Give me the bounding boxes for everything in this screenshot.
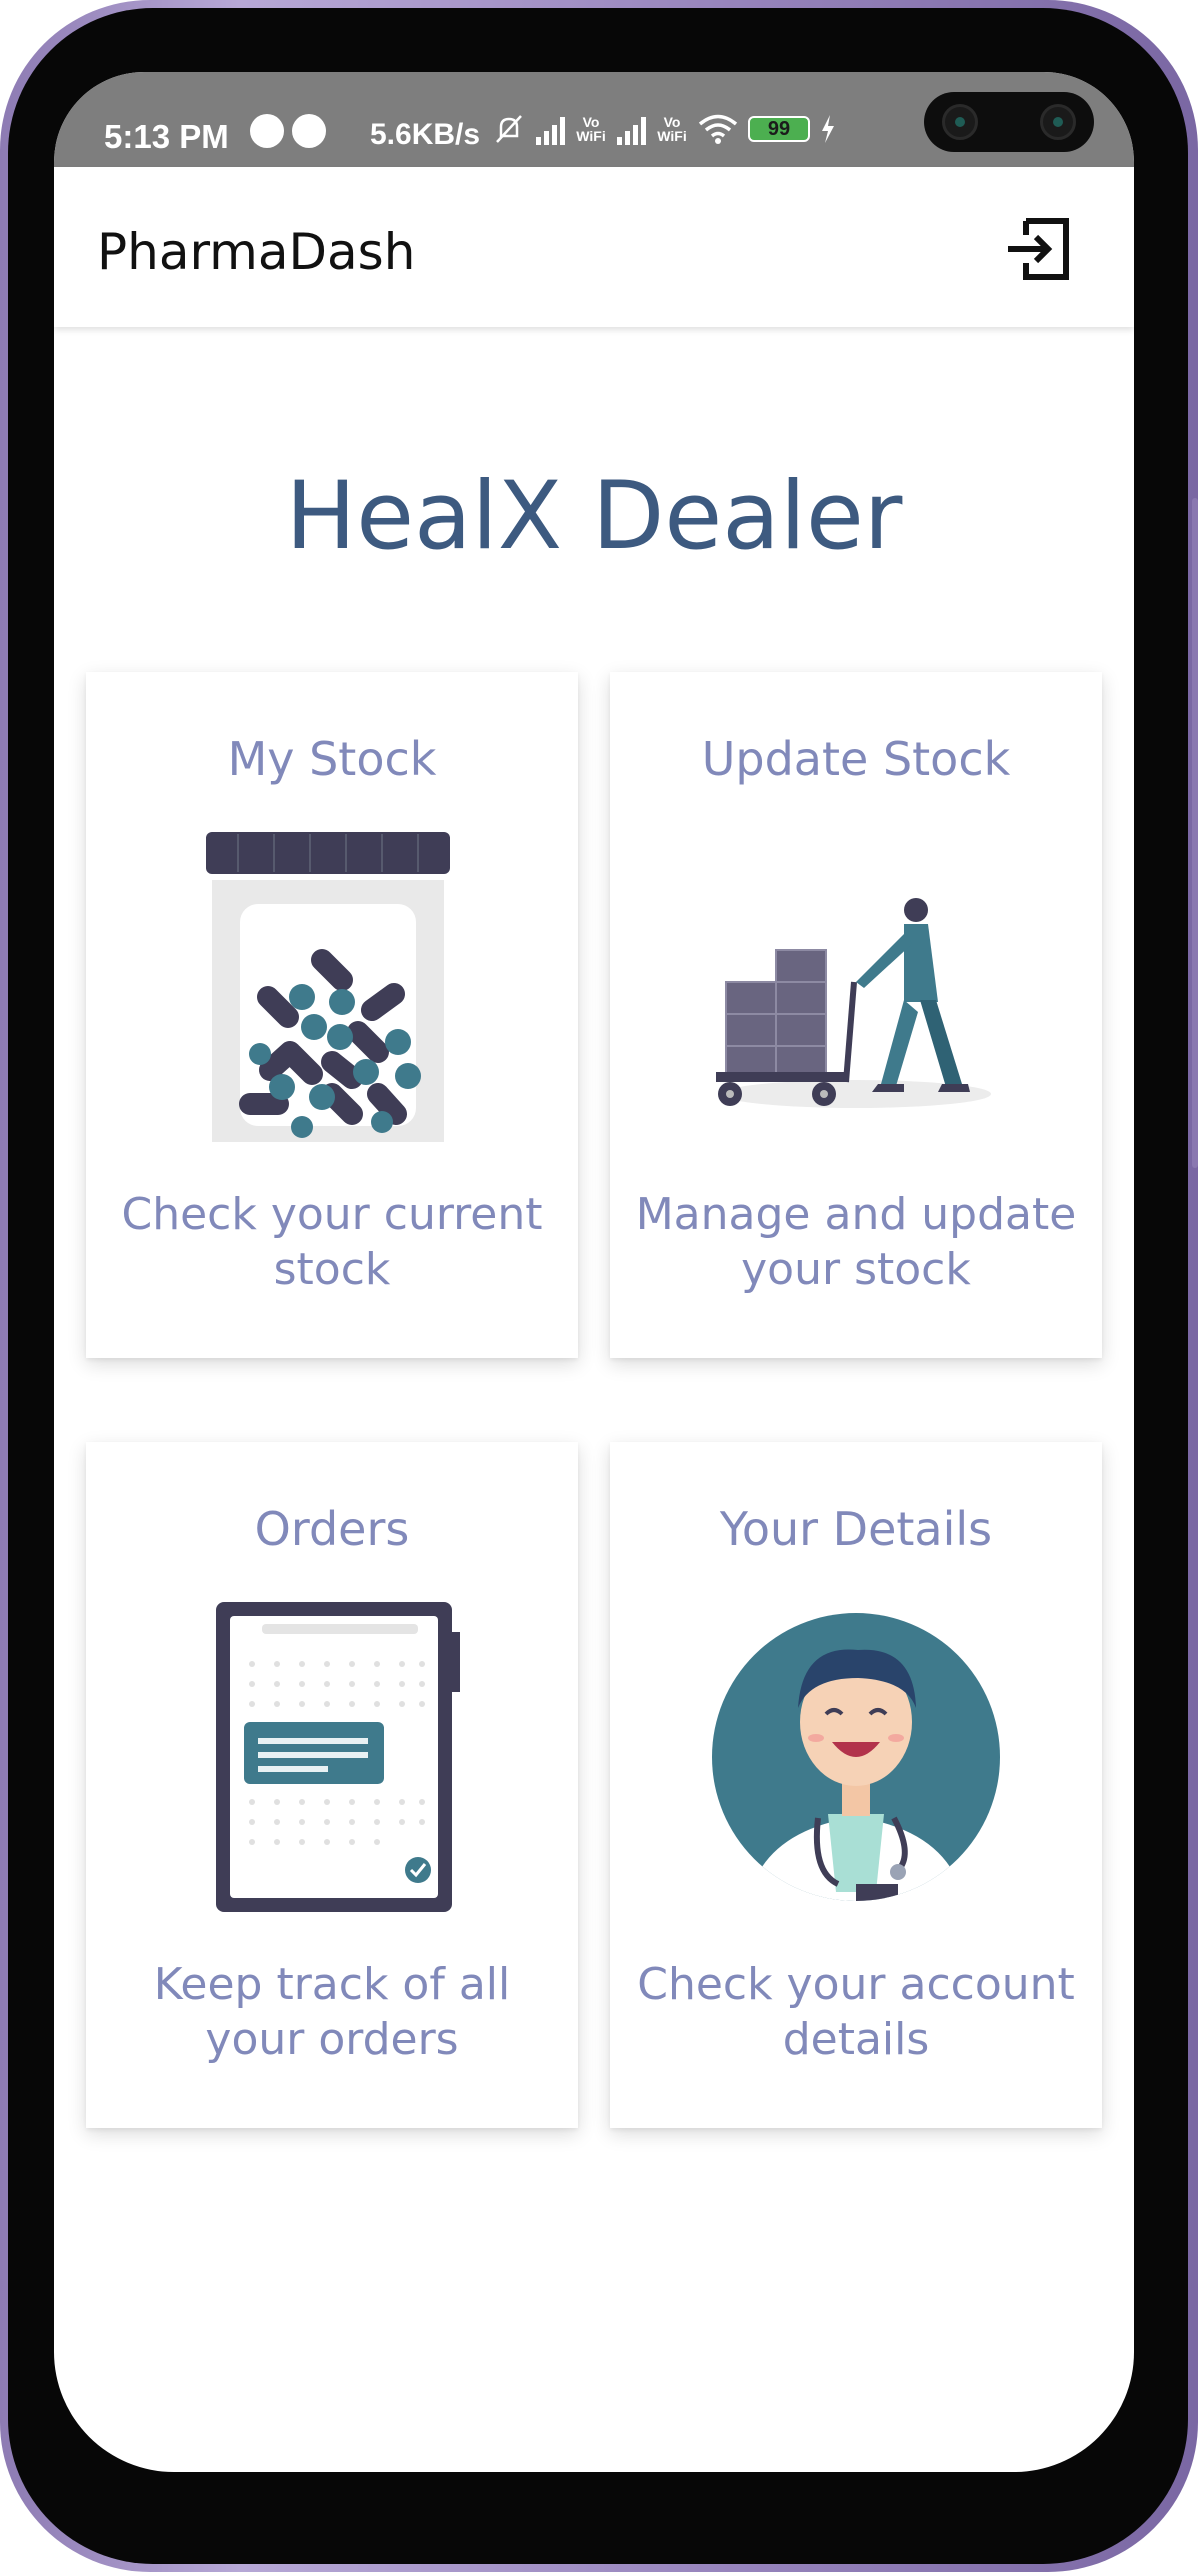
doctor-avatar-icon	[712, 1613, 1000, 1901]
card-update-stock[interactable]: Update Stock Manage and update your stoc…	[610, 672, 1102, 1358]
delivery-cart-icon	[716, 898, 991, 1108]
pill-jar-icon	[206, 832, 450, 1142]
app-bar: PharmaDash	[54, 167, 1134, 327]
card-title: My Stock	[227, 732, 437, 786]
card-your-details[interactable]: Your Details Check your account details	[610, 1442, 1102, 2128]
network-speed: 5.6KB/s	[370, 118, 481, 151]
status-notification-icons	[250, 114, 326, 148]
card-orders[interactable]: Orders Keep track of all your orders	[86, 1442, 578, 2128]
phone-side-button	[1192, 498, 1198, 1168]
camera-lens-icon	[942, 104, 978, 140]
logout-icon[interactable]	[1004, 215, 1072, 283]
battery-indicator: 99	[748, 116, 810, 142]
front-camera	[924, 92, 1094, 152]
app-title: PharmaDash	[97, 223, 416, 281]
card-title: Update Stock	[701, 732, 1011, 786]
vowifi-label-1: Vo WiFi	[576, 114, 606, 144]
notification-icon	[250, 114, 284, 148]
signal-icon-2	[617, 113, 646, 145]
cloud-icon	[292, 114, 326, 148]
status-time: 5:13 PM	[104, 118, 229, 155]
card-description: Manage and update your stock	[635, 1189, 1077, 1295]
charging-icon	[822, 115, 834, 143]
card-description: Check your account details	[637, 1959, 1075, 2065]
card-description: Check your current stock	[121, 1189, 543, 1295]
card-title: Orders	[254, 1502, 410, 1556]
status-system-icons: Vo WiFi Vo WiFi 99	[492, 112, 836, 146]
card-title: Your Details	[719, 1502, 993, 1556]
vowifi-label-2: Vo WiFi	[657, 114, 687, 144]
card-description: Keep track of all your orders	[153, 1959, 511, 2065]
signal-icon	[536, 113, 565, 145]
camera-lens-icon-2	[1040, 104, 1076, 140]
status-bar: 5:13 PM 5.6KB/s Vo WiFi Vo WiFi 99	[54, 72, 1134, 167]
page-title: HealX Dealer	[285, 462, 903, 571]
wifi-icon	[698, 114, 738, 144]
app-screen: 5:13 PM 5.6KB/s Vo WiFi Vo WiFi 99 Pharm…	[54, 72, 1134, 2472]
card-my-stock[interactable]: My Stock Check your current stock	[86, 672, 578, 1358]
tablet-orders-icon	[216, 1602, 460, 1912]
mute-bell-icon	[496, 115, 522, 143]
